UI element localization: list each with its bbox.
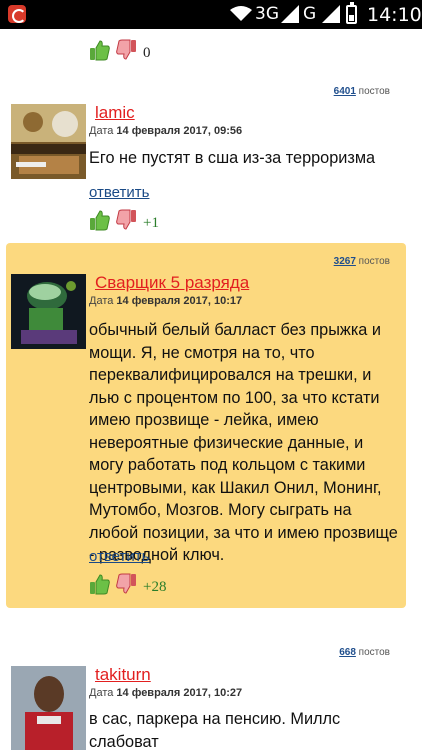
post-date: Дата 14 февраля 2017, 09:56 [89, 125, 242, 137]
network-type-label-2: G [303, 4, 317, 24]
post-count-link[interactable]: 668 [339, 647, 356, 658]
post-date: Дата 14 февраля 2017, 10:27 [89, 687, 242, 699]
comment-text: в сас, паркера на пенсию. Миллс слабоват [89, 710, 341, 750]
post-date: Дата 14 февраля 2017, 10:17 [89, 295, 242, 307]
date-value: 14 февраля 2017, 10:27 [116, 687, 243, 699]
comment-text: обычный белый балласт без прыжка и мощи.… [89, 321, 398, 564]
post-count: 668 постов [339, 647, 390, 658]
thumb-up-icon[interactable] [89, 39, 111, 61]
battery-icon [346, 2, 357, 24]
comment-post-highlighted: 3267 постов Сварщик 5 разряда Дата 14 фе… [6, 243, 406, 608]
thumb-up-icon[interactable] [89, 573, 111, 595]
date-prefix: Дата [89, 125, 114, 137]
date-value: 14 февраля 2017, 10:17 [116, 295, 243, 307]
vote-score: +28 [143, 579, 167, 595]
thumb-down-icon[interactable] [115, 39, 137, 61]
comment-post: 6401 постов lamic Дата 14 февраля 2017, … [6, 81, 406, 241]
vote-score: +1 [143, 215, 159, 231]
post-count-suffix: постов [358, 256, 390, 267]
reply-link[interactable]: ответить [89, 548, 149, 565]
post-count-suffix: постов [358, 86, 390, 97]
date-value: 14 февраля 2017, 09:56 [116, 125, 243, 137]
avatar[interactable] [11, 274, 86, 349]
comment-post: 668 постов takiturn Дата 14 февраля 2017… [6, 641, 406, 750]
date-prefix: Дата [89, 295, 114, 307]
post-count: 3267 постов [334, 256, 390, 267]
avatar[interactable] [11, 666, 86, 750]
date-prefix: Дата [89, 687, 114, 699]
vote-score: 0 [143, 45, 151, 61]
clock: 14:10 [367, 4, 422, 26]
thumb-down-icon[interactable] [115, 573, 137, 595]
username-link[interactable]: lamic [95, 103, 135, 123]
app-notification-icon [8, 5, 26, 23]
username-link[interactable]: Сварщик 5 разряда [95, 273, 249, 293]
avatar[interactable] [11, 104, 86, 179]
wifi-icon [230, 6, 252, 21]
network-type-label: 3G [255, 4, 279, 24]
signal-icon [281, 5, 299, 23]
status-bar: 3G G 14:10 [0, 0, 422, 29]
post-count: 6401 постов [334, 86, 390, 97]
signal-icon-2 [322, 5, 340, 23]
post-count-link[interactable]: 6401 [334, 86, 356, 97]
thumb-down-icon[interactable] [115, 209, 137, 231]
post-count-link[interactable]: 3267 [334, 256, 356, 267]
post-count-suffix: постов [358, 647, 390, 658]
comment-text: Его не пустят в сша из-за терроризма [89, 149, 376, 167]
comments-page: 0 6401 постов lamic Дата 14 февраля 2017… [0, 29, 422, 750]
thumb-up-icon[interactable] [89, 209, 111, 231]
reply-link[interactable]: ответить [89, 184, 149, 201]
username-link[interactable]: takiturn [95, 665, 151, 685]
